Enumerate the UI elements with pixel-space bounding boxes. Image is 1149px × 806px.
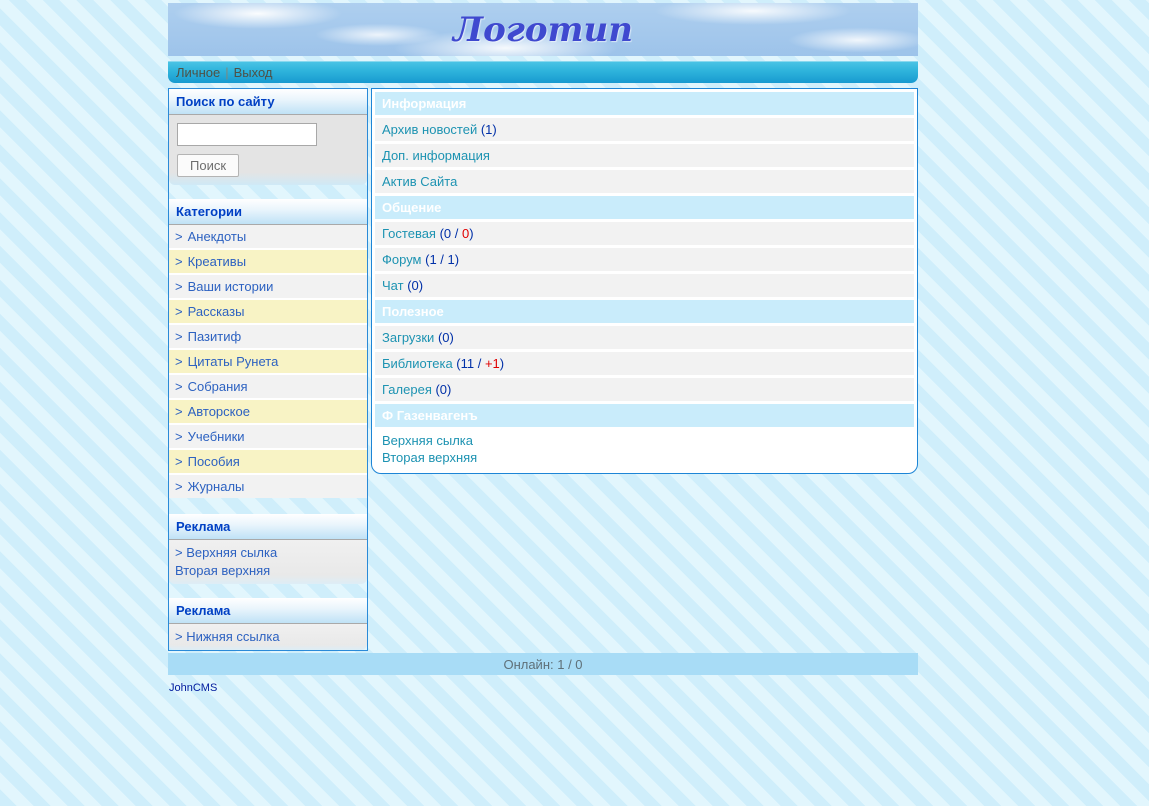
menu-link[interactable]: Загрузки — [382, 330, 434, 345]
chevron-prefix: > — [175, 379, 183, 394]
menu-item-row: Доп. информация — [375, 144, 914, 167]
ad-link[interactable]: > Нижняя ссылка — [175, 628, 361, 646]
ad-link[interactable]: Вторая верхняя — [175, 562, 361, 580]
category-label: Пазитиф — [187, 329, 242, 344]
item-count: (0) — [403, 278, 424, 293]
chevron-prefix: > — [175, 479, 183, 494]
chevron-prefix: > — [175, 454, 183, 469]
nav-link-logout[interactable]: Выход — [234, 65, 273, 80]
menu-item-row: Библиотека (11 / +1) — [375, 352, 914, 375]
item-count: (1 / 1) — [421, 252, 460, 267]
nav-separator: | — [225, 64, 229, 80]
chevron-prefix: > — [175, 229, 183, 244]
menu-item-row: Актив Сайта — [375, 170, 914, 193]
section-header-useful: Полезное — [375, 300, 914, 323]
item-count-new: +1 — [484, 356, 500, 371]
category-label: Цитаты Рунета — [187, 354, 279, 369]
item-count: (0) — [434, 330, 454, 345]
category-label: Журналы — [187, 479, 245, 494]
ads-top-block: > Верхняя сылка Вторая верхняя — [169, 540, 367, 584]
search-input[interactable] — [177, 123, 317, 146]
main-menu: Информация Архив новостей (1) Доп. инфор… — [371, 88, 918, 474]
ads-bottom-title: Реклама — [169, 598, 367, 624]
menu-link[interactable]: Архив новостей — [382, 122, 477, 137]
bottom-links-block: Верхняя сылка Вторая верхняя — [375, 430, 914, 470]
category-link[interactable]: > Учебники — [169, 425, 367, 448]
ads-bottom-block: > Нижняя ссылка — [169, 624, 367, 650]
section-header-info: Информация — [375, 92, 914, 115]
sidebar: Поиск по сайту Поиск Категории > Анекдоты… — [168, 88, 368, 651]
chevron-prefix: > — [175, 329, 183, 344]
search-box: Поиск — [169, 115, 367, 185]
menu-link[interactable]: Актив Сайта — [382, 174, 457, 189]
search-section-title: Поиск по сайту — [169, 89, 367, 115]
categories-list: > Анекдоты > Креативы > Ваши истории > Расск… — [169, 225, 367, 498]
category-link[interactable]: > Рассказы — [169, 300, 367, 323]
menu-link[interactable]: Доп. информация — [382, 148, 490, 163]
top-nav: Личное | Выход — [168, 61, 918, 83]
item-count: (0) — [431, 382, 452, 397]
menu-link[interactable]: Чат — [382, 278, 404, 293]
item-count: (0 / — [435, 226, 462, 241]
category-label: Учебники — [187, 429, 245, 444]
category-label: Авторское — [187, 404, 250, 419]
menu-link[interactable]: Галерея — [382, 382, 432, 397]
category-link[interactable]: > Креативы — [169, 250, 367, 273]
chevron-prefix: > — [175, 354, 183, 369]
bottom-link[interactable]: Вторая верхняя — [382, 449, 907, 466]
chevron-prefix: > — [175, 279, 183, 294]
ads-top-title: Реклама — [169, 514, 367, 540]
search-button[interactable]: Поиск — [177, 154, 240, 177]
item-count: (1) — [477, 122, 497, 137]
category-label: Рассказы — [187, 304, 245, 319]
category-label: Пособия — [187, 454, 240, 469]
ad-link[interactable]: > Верхняя сылка — [175, 544, 361, 562]
johncms-link[interactable]: JohnCMS — [169, 682, 217, 694]
site-logo: Логотип — [453, 9, 633, 50]
menu-item-row: Загрузки (0) — [375, 326, 914, 349]
nav-link-personal[interactable]: Личное — [176, 65, 220, 80]
chevron-prefix: > — [175, 429, 183, 444]
category-link[interactable]: > Цитаты Рунета — [169, 350, 367, 373]
category-label: Собрания — [187, 379, 248, 394]
chevron-prefix: > — [175, 254, 183, 269]
category-label: Креативы — [187, 254, 247, 269]
bottom-link[interactable]: Верхняя сылка — [382, 432, 907, 449]
menu-item-row: Галерея (0) — [375, 378, 914, 401]
category-link[interactable]: > Анекдоты — [169, 225, 367, 248]
online-status: Онлайн: 1 / 0 — [503, 656, 583, 672]
logo-banner: Логотип — [168, 3, 918, 56]
category-link[interactable]: > Ваши истории — [169, 275, 367, 298]
content-columns: Поиск по сайту Поиск Категории > Анекдоты… — [168, 88, 918, 651]
menu-item-row: Форум (1 / 1) — [375, 248, 914, 271]
online-status-bar: Онлайн: 1 / 0 — [168, 653, 918, 675]
section-header-communication: Общение — [375, 196, 914, 219]
menu-item-row: Гостевая (0 / 0) — [375, 222, 914, 245]
category-link[interactable]: > Журналы — [169, 475, 367, 498]
menu-item-row: Архив новостей (1) — [375, 118, 914, 141]
item-count: ) — [499, 356, 505, 371]
categories-section-title: Категории — [169, 199, 367, 225]
category-link[interactable]: > Пособия — [169, 450, 367, 473]
category-link[interactable]: > Авторское — [169, 400, 367, 423]
chevron-prefix: > — [175, 304, 183, 319]
section-header-custom: Ф Газенвагенъ — [375, 404, 914, 427]
category-link[interactable]: > Пазитиф — [169, 325, 367, 348]
menu-link[interactable]: Форум — [382, 252, 422, 267]
chevron-prefix: > — [175, 404, 183, 419]
category-label: Ваши истории — [187, 279, 274, 294]
item-count: (11 / — [452, 356, 485, 371]
category-label: Анекдоты — [187, 229, 247, 244]
menu-link[interactable]: Библиотека — [382, 356, 453, 371]
category-link[interactable]: > Собрания — [169, 375, 367, 398]
menu-item-row: Чат (0) — [375, 274, 914, 297]
page-container: Логотип Личное | Выход Поиск по сайту По… — [168, 0, 918, 694]
item-count: ) — [469, 226, 474, 241]
menu-link[interactable]: Гостевая — [382, 226, 436, 241]
